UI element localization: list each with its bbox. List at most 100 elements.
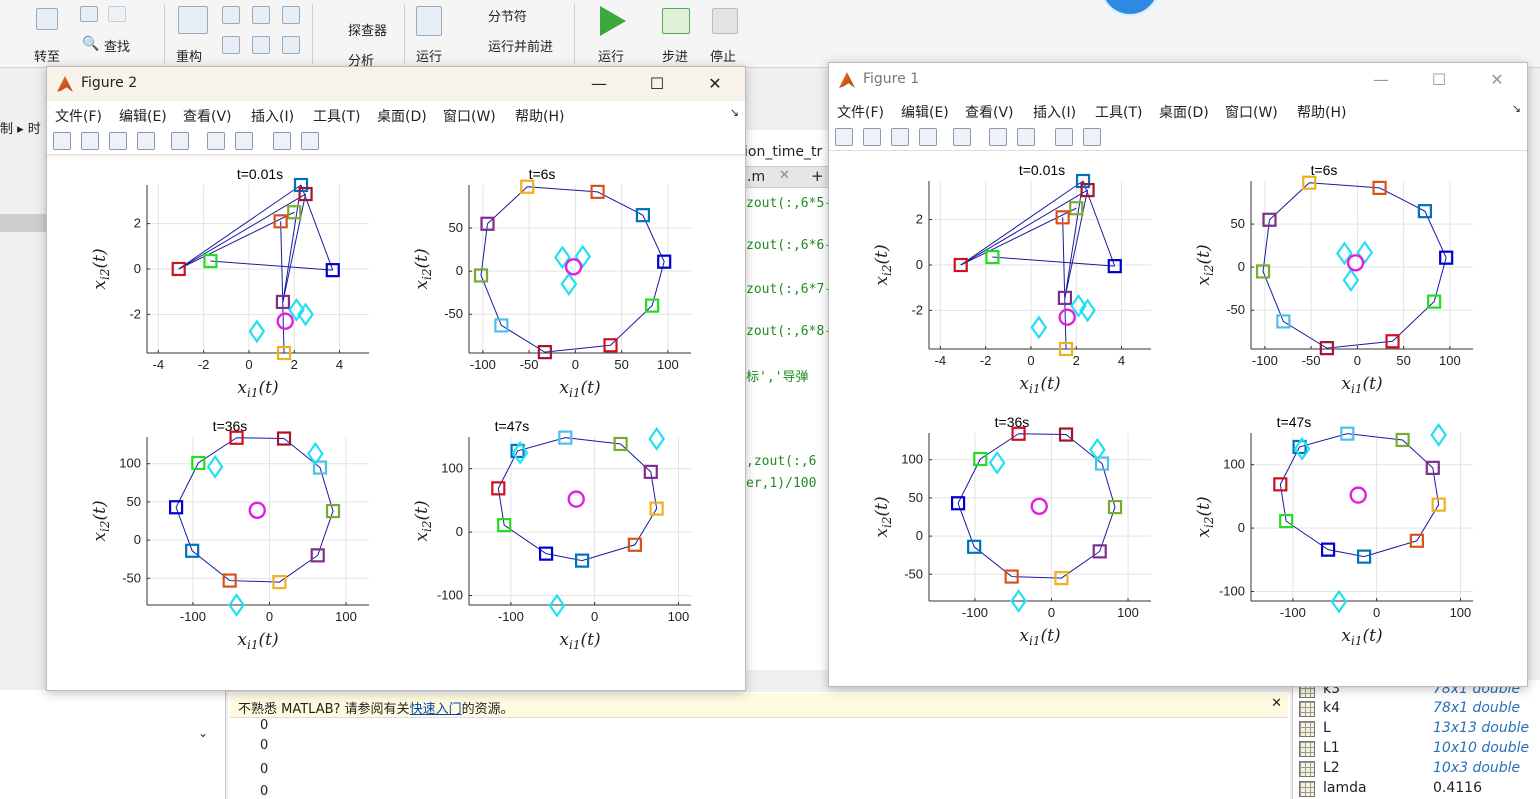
menu-item[interactable]: 插入(I) bbox=[251, 106, 294, 126]
close-notice-icon[interactable]: ✕ bbox=[1271, 696, 1282, 711]
blue-circle-icon bbox=[1100, 0, 1160, 16]
editor-tab-1[interactable]: ion_time_tr bbox=[744, 144, 822, 160]
subplot-3[interactable]: -100 0 100-50050100t=36sxi1(t)xi2(t) bbox=[829, 405, 1159, 665]
workspace-row[interactable]: lamda 0.4116 bbox=[1293, 779, 1540, 799]
run-section-button[interactable]: 运行 bbox=[416, 46, 442, 65]
step-icon[interactable] bbox=[662, 8, 690, 34]
menu-item[interactable]: 编辑(E) bbox=[119, 106, 167, 126]
y-tick-label: 50 bbox=[909, 490, 923, 505]
code-line: zout(:,6*8- bbox=[746, 324, 833, 339]
menu-item[interactable]: 文件(F) bbox=[55, 106, 102, 126]
legend-icon[interactable] bbox=[235, 132, 253, 150]
editor-tab-strip[interactable]: .m ✕ + bbox=[744, 166, 834, 188]
menu-item[interactable]: 查看(V) bbox=[183, 106, 232, 126]
percent-icon[interactable] bbox=[222, 6, 240, 24]
forward-arrow-icon[interactable] bbox=[108, 6, 126, 22]
y-tick-label: 100 bbox=[1223, 457, 1245, 472]
menu-item[interactable]: 编辑(E) bbox=[901, 102, 949, 122]
indent-right-icon[interactable] bbox=[252, 36, 270, 54]
run-button[interactable]: 运行 bbox=[598, 46, 624, 65]
chevron-down-icon[interactable]: ⌄ bbox=[198, 726, 208, 740]
subplot-1[interactable]: -4 -2 0 2 4 -2 0 2 t=0.01s xi1(t) xi2(t) bbox=[47, 157, 377, 417]
indent-icon[interactable] bbox=[222, 36, 240, 54]
link-icon[interactable] bbox=[171, 132, 189, 150]
close-icon[interactable]: ✕ bbox=[1475, 67, 1519, 93]
refactor-button[interactable]: 重构 bbox=[176, 46, 202, 65]
menu-item[interactable]: 帮助(H) bbox=[1297, 102, 1346, 122]
x-tick-label: -50 bbox=[520, 357, 539, 372]
quick-start-link[interactable]: 快速入门 bbox=[410, 702, 462, 717]
minimize-icon[interactable]: — bbox=[1359, 67, 1403, 93]
link-icon[interactable] bbox=[953, 128, 971, 146]
workspace-row[interactable]: L1 10x10 double bbox=[1293, 739, 1540, 759]
run-play-icon[interactable] bbox=[600, 6, 626, 36]
menu-item[interactable]: 窗口(W) bbox=[1225, 102, 1278, 122]
axes-background bbox=[469, 437, 691, 605]
menu-item[interactable]: 工具(T) bbox=[1095, 102, 1142, 122]
maximize-icon[interactable]: ☐ bbox=[1417, 67, 1461, 93]
percent-toggle-icon[interactable] bbox=[282, 6, 300, 24]
property-editor-icon[interactable] bbox=[1083, 128, 1101, 146]
title-bar[interactable]: Figure 1 — ☐ ✕ bbox=[829, 63, 1527, 97]
menu-item[interactable]: 桌面(D) bbox=[1159, 102, 1209, 122]
run-section-icon[interactable] bbox=[416, 6, 442, 36]
goto-icon[interactable] bbox=[36, 8, 58, 30]
dock-arrow-icon[interactable]: ↘ bbox=[730, 106, 739, 119]
menu-item[interactable]: 窗口(W) bbox=[443, 106, 496, 126]
pointer-icon[interactable] bbox=[273, 132, 291, 150]
new-figure-icon[interactable] bbox=[835, 128, 853, 146]
explorer-button[interactable]: 探查器 bbox=[348, 20, 387, 39]
back-arrow-icon[interactable] bbox=[80, 6, 98, 22]
indent-left-icon[interactable] bbox=[282, 36, 300, 54]
menu-item[interactable]: 插入(I) bbox=[1033, 102, 1076, 122]
section-break-button[interactable]: 分节符 bbox=[488, 6, 527, 25]
workspace-row[interactable]: L 13x13 double bbox=[1293, 719, 1540, 739]
pointer-icon[interactable] bbox=[1055, 128, 1073, 146]
fx-icon[interactable] bbox=[178, 6, 208, 34]
menu-item[interactable]: 查看(V) bbox=[965, 102, 1014, 122]
subplot-1[interactable]: -4 -2 0 2 4 -2 0 2 t=0.01s xi1(t) xi2(t) bbox=[829, 153, 1159, 413]
subplot-title: t=47s bbox=[495, 418, 530, 434]
variable-name: L1 bbox=[1323, 740, 1340, 756]
menu-item[interactable]: 工具(T) bbox=[313, 106, 360, 126]
goto-button[interactable]: 转至 bbox=[34, 46, 60, 65]
workspace-row[interactable]: k4 78x1 double bbox=[1293, 699, 1540, 719]
variable-value: 0.4116 bbox=[1433, 780, 1482, 796]
colorbar-icon[interactable] bbox=[989, 128, 1007, 146]
minimize-icon[interactable]: — bbox=[577, 71, 621, 97]
save-icon[interactable] bbox=[109, 132, 127, 150]
open-file-icon[interactable] bbox=[81, 132, 99, 150]
open-file-icon[interactable] bbox=[863, 128, 881, 146]
close-tab-icon[interactable]: ✕ bbox=[779, 168, 790, 183]
subplot-3[interactable]: -100 0 100-50050100t=36sxi1(t)xi2(t) bbox=[47, 409, 377, 669]
print-icon[interactable] bbox=[919, 128, 937, 146]
property-editor-icon[interactable] bbox=[301, 132, 319, 150]
menu-item[interactable]: 桌面(D) bbox=[377, 106, 427, 126]
find-button[interactable]: 查找 bbox=[104, 36, 130, 55]
x-tick-label: 0 bbox=[572, 357, 579, 372]
new-figure-icon[interactable] bbox=[53, 132, 71, 150]
subplot-2[interactable]: -100 -50 0 50 100 -50 0 50 t=6s xi1(t) xi2(t) bbox=[1151, 153, 1481, 413]
step-button[interactable]: 步进 bbox=[662, 46, 688, 65]
close-icon[interactable]: ✕ bbox=[693, 71, 737, 97]
menu-item[interactable]: 帮助(H) bbox=[515, 106, 564, 126]
save-icon[interactable] bbox=[891, 128, 909, 146]
subplot-4[interactable]: -100 0 100 -100 0 100 t=47s xi1(t) xi2(t) bbox=[369, 409, 699, 669]
maximize-icon[interactable]: ☐ bbox=[635, 71, 679, 97]
run-advance-button[interactable]: 运行并前进 bbox=[488, 36, 553, 55]
title-bar[interactable]: Figure 2 — ☐ ✕ bbox=[47, 67, 745, 101]
subplot-2[interactable]: -100 -50 0 50 100 -50 0 50 t=6s xi1(t) xi2(t) bbox=[369, 157, 699, 417]
stop-button[interactable]: 停止 bbox=[710, 46, 736, 65]
print-icon[interactable] bbox=[137, 132, 155, 150]
variable-value: 13x13 double bbox=[1433, 720, 1530, 736]
workspace-row[interactable]: L2 10x3 double bbox=[1293, 759, 1540, 779]
dock-arrow-icon[interactable]: ↘ bbox=[1512, 102, 1521, 115]
add-tab-icon[interactable]: + bbox=[811, 167, 824, 185]
legend-icon[interactable] bbox=[1017, 128, 1035, 146]
menu-item[interactable]: 文件(F) bbox=[837, 102, 884, 122]
percent-strike-icon[interactable] bbox=[252, 6, 270, 24]
subplot-4[interactable]: -100 0 100 -100 0 100 t=47s xi1(t) xi2(t) bbox=[1151, 405, 1481, 665]
editor-tab-2[interactable]: .m bbox=[747, 169, 765, 185]
stop-icon[interactable] bbox=[712, 8, 738, 34]
colorbar-icon[interactable] bbox=[207, 132, 225, 150]
